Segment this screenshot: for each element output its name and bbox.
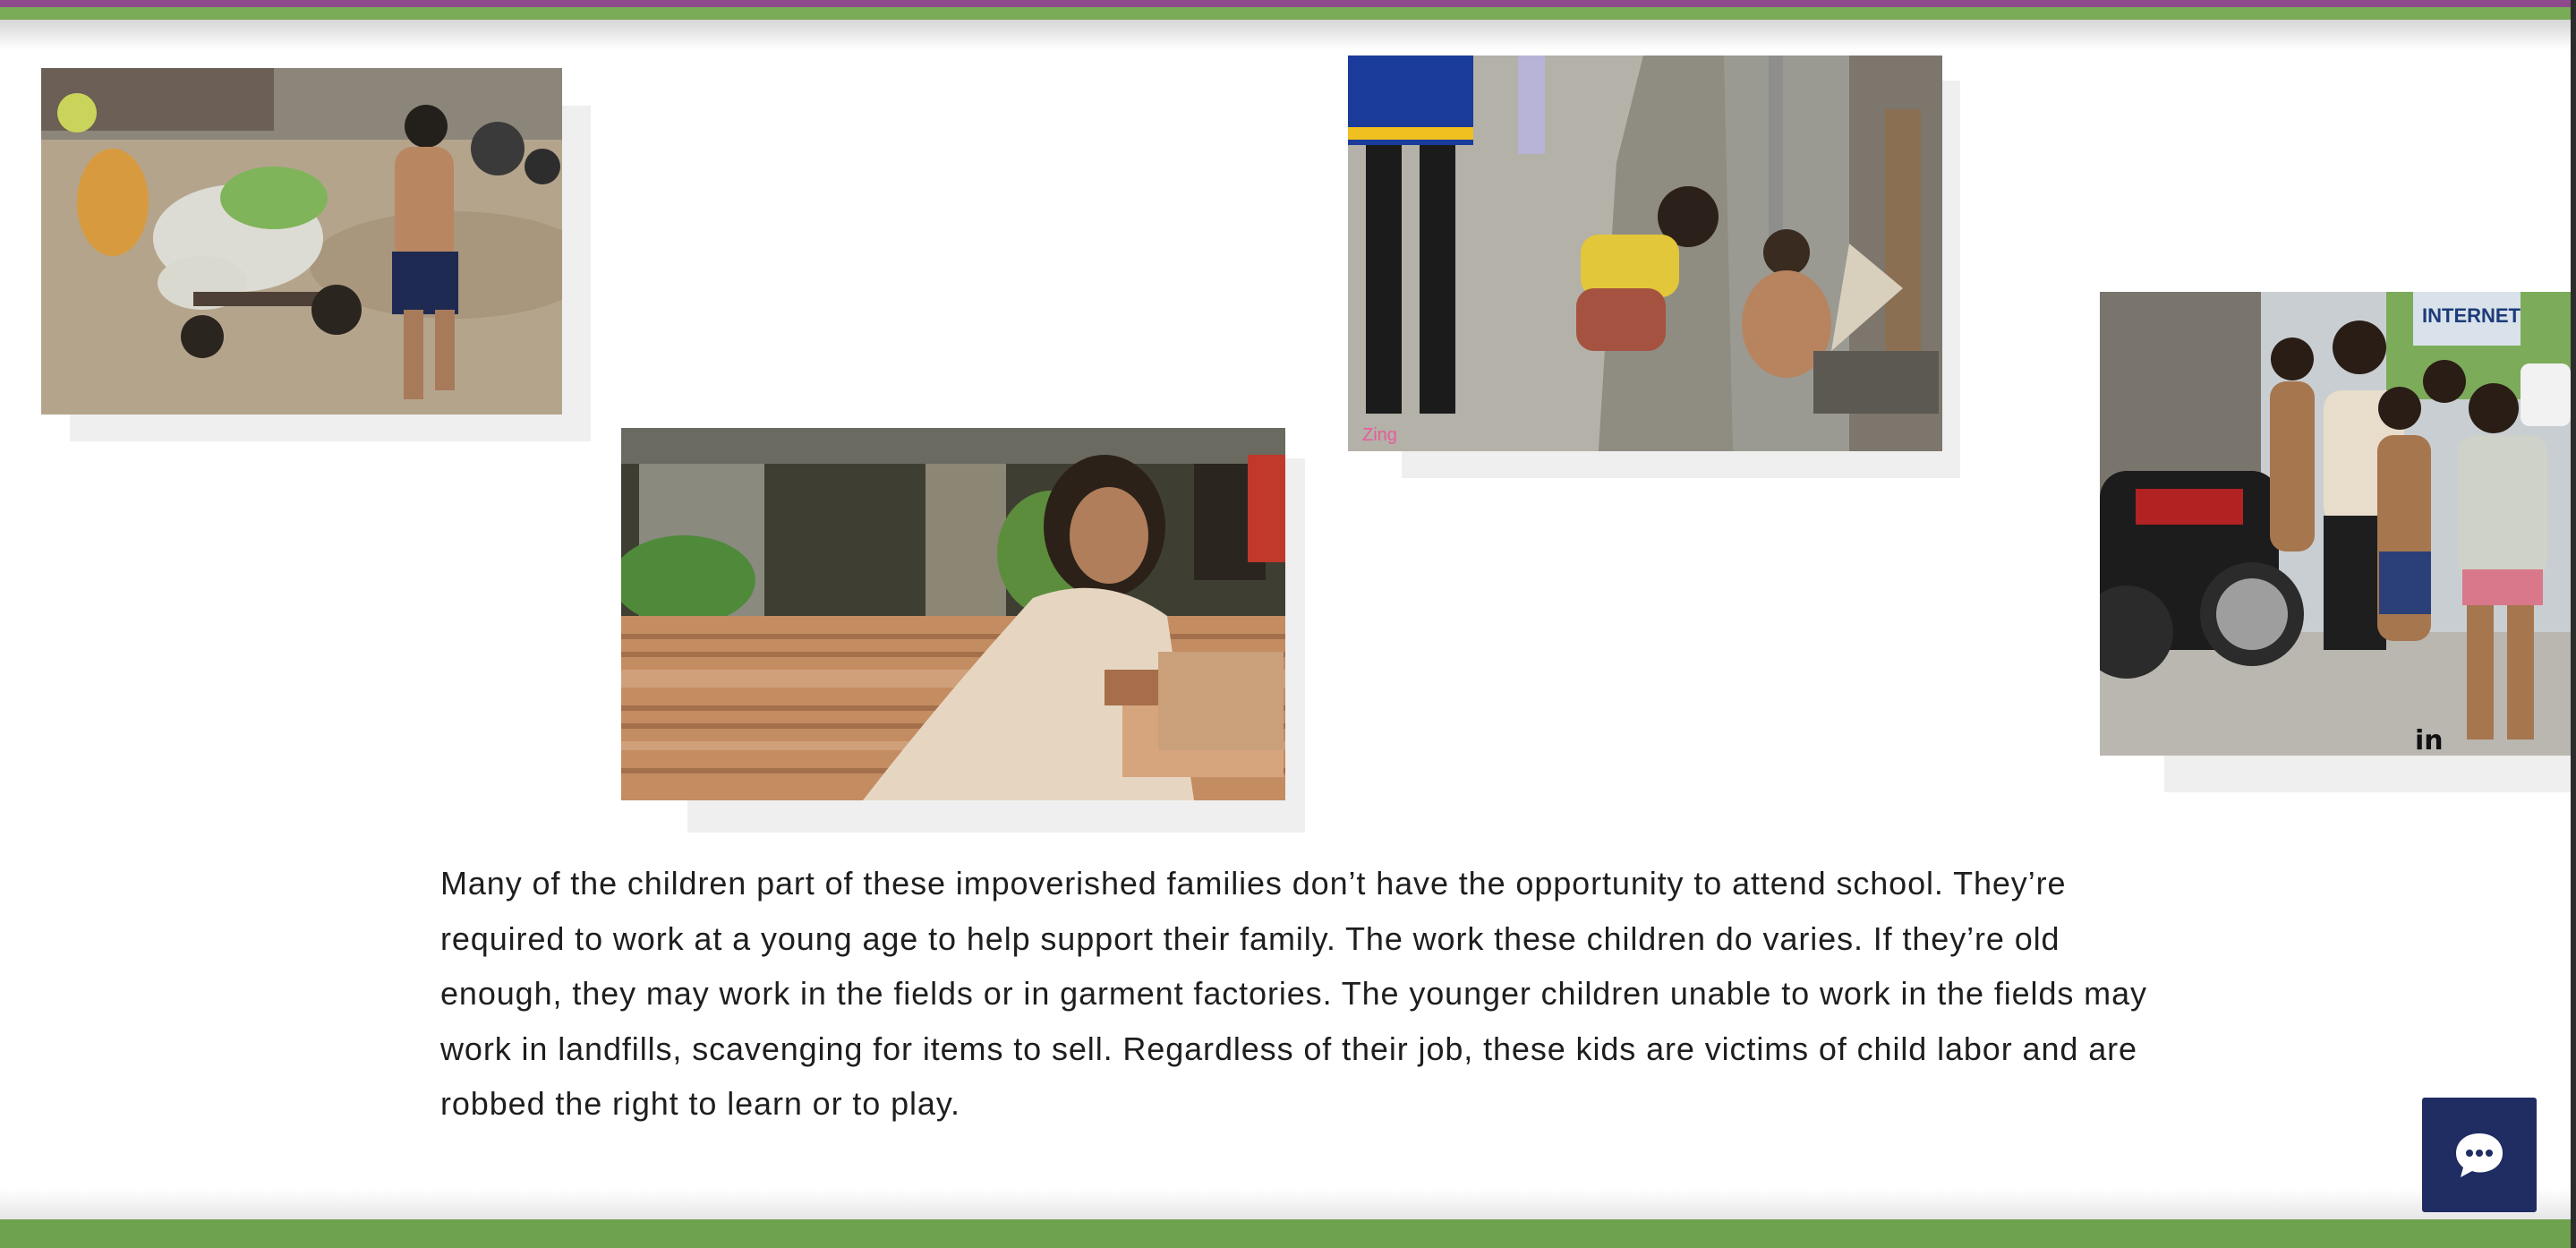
photo-group-children-image: INTERNET (2100, 292, 2571, 756)
top-accent-stripe (0, 0, 2576, 20)
linkedin-icon[interactable]: in (2415, 725, 2444, 756)
body-paragraph: Many of the children part of these impov… (440, 865, 2147, 1122)
chat-bubble-icon (2456, 1133, 2503, 1177)
photo-group-children[interactable]: INTERNET (2100, 292, 2571, 756)
bottom-accent-stripe (0, 1219, 2576, 1248)
photo-street-children[interactable]: Zing (1348, 56, 1942, 451)
chat-button[interactable] (2422, 1098, 2537, 1212)
header-shadow (0, 20, 2576, 50)
photo-street-children-image: Zing (1348, 56, 1942, 451)
photo-brick-girl[interactable] (621, 428, 1285, 800)
watermark-text: Zing (1362, 425, 1397, 445)
photo-cart-boy-image (41, 68, 562, 415)
photo-cart-boy[interactable] (41, 68, 562, 415)
internet-sign-text: INTERNET (2422, 304, 2521, 327)
footer-shadow (0, 1189, 2576, 1219)
photo-brick-girl-image (621, 428, 1285, 800)
window-edge (2571, 0, 2576, 1248)
